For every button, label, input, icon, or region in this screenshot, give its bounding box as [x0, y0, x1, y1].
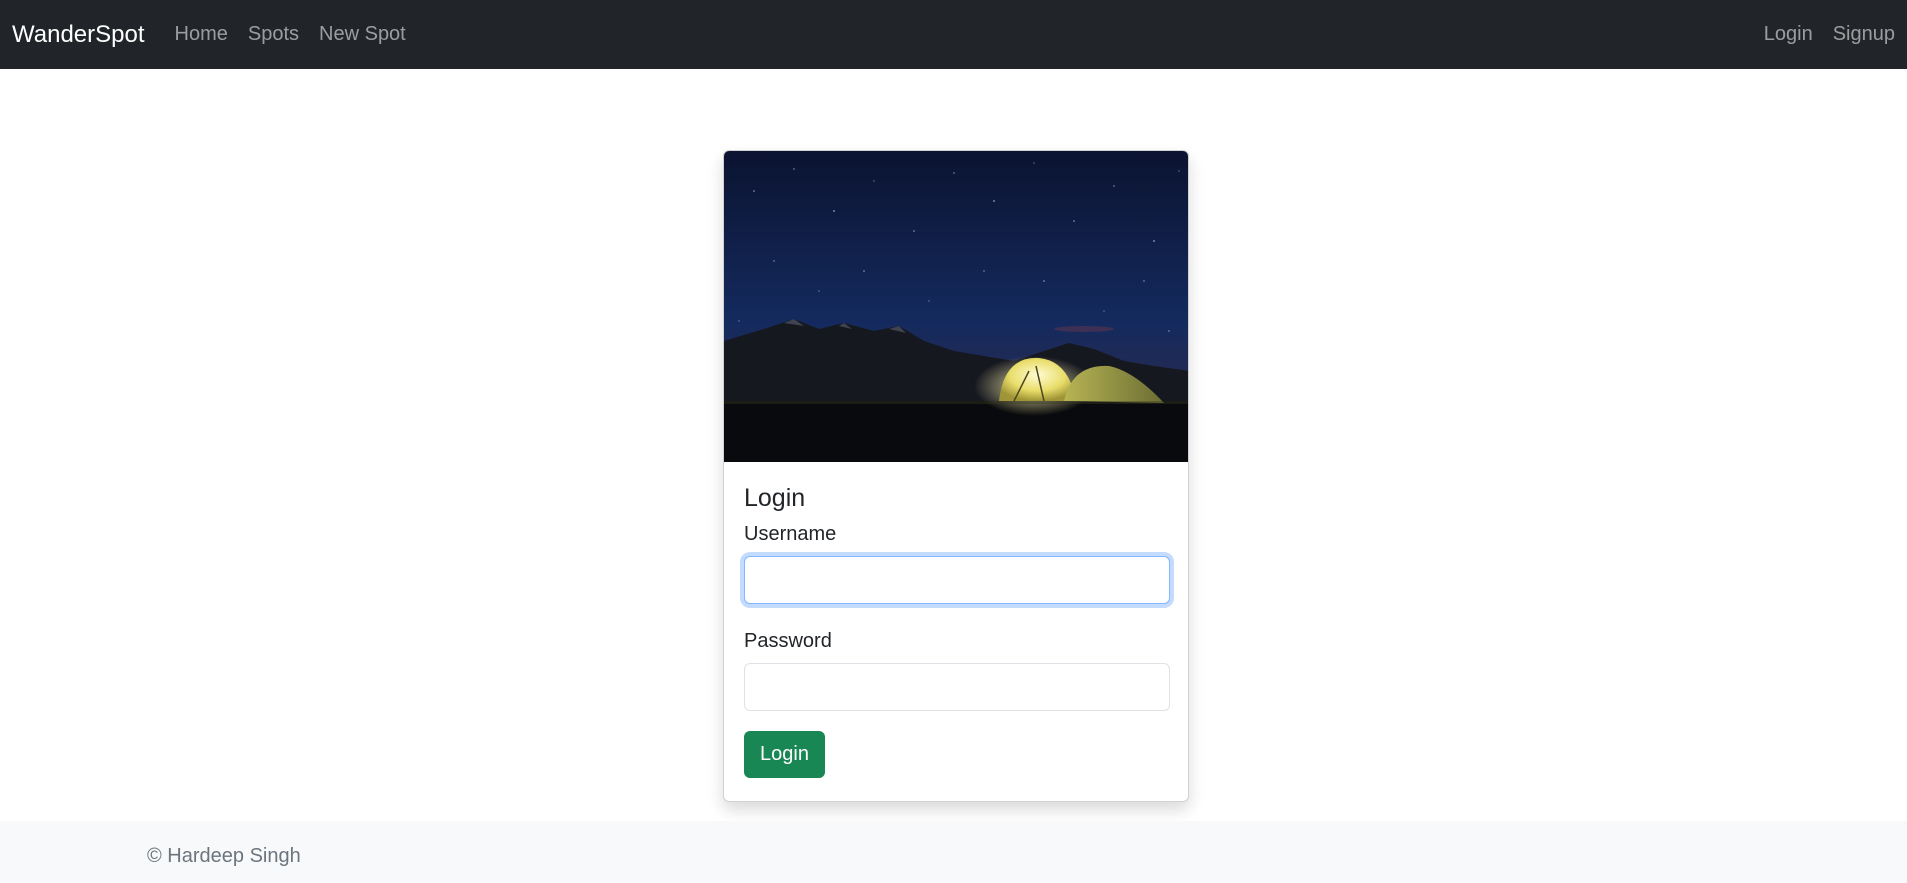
login-title: Login: [744, 484, 806, 512]
nav-link-home[interactable]: Home: [175, 23, 228, 46]
username-label: Username: [744, 523, 837, 545]
username-input[interactable]: [744, 556, 1170, 604]
nav-auth-links: Login Signup: [1744, 23, 1895, 46]
camping-hero-image: [724, 151, 1188, 462]
login-button[interactable]: Login: [744, 731, 825, 778]
nav-link-signup[interactable]: Signup: [1833, 23, 1895, 46]
brand-link[interactable]: WanderSpot: [12, 21, 145, 49]
login-card: Login Username Password Login: [723, 150, 1189, 802]
password-label: Password: [744, 630, 832, 652]
footer-copyright: © Hardeep Singh: [147, 845, 301, 867]
navbar: WanderSpot Home Spots New Spot Login Sig…: [0, 0, 1907, 69]
nav-link-spots[interactable]: Spots: [248, 23, 299, 46]
nav-link-login[interactable]: Login: [1764, 23, 1813, 46]
nav-link-new-spot[interactable]: New Spot: [319, 23, 406, 46]
password-input[interactable]: [744, 663, 1170, 711]
login-form: Login Username Password Login: [724, 462, 1188, 798]
nav-links: Home Spots New Spot: [165, 23, 416, 46]
footer: © Hardeep Singh: [0, 821, 1907, 883]
